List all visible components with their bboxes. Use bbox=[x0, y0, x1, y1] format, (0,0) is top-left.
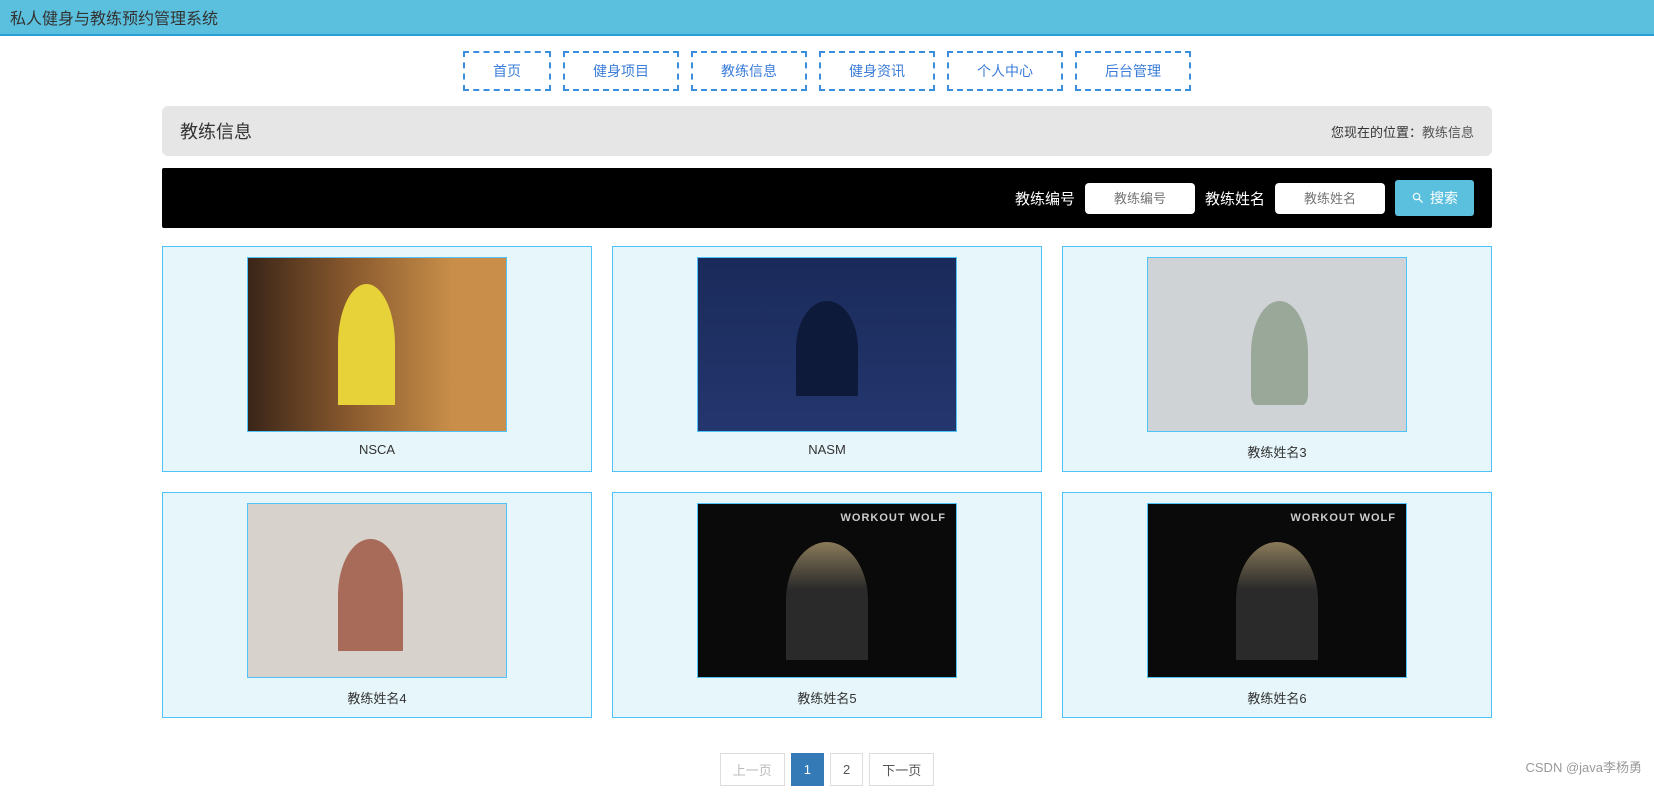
main-nav: 首页 健身项目 教练信息 健身资讯 个人中心 后台管理 bbox=[0, 36, 1654, 106]
page-1-button[interactable]: 1 bbox=[791, 753, 824, 786]
breadcrumb-current: 教练信息 bbox=[1422, 125, 1474, 140]
coach-name: 教练姓名3 bbox=[1073, 442, 1481, 461]
watermark: CSDN @java李杨勇 bbox=[1526, 757, 1643, 776]
pagination: 上一页 1 2 下一页 bbox=[162, 738, 1492, 811]
coach-card[interactable]: STRONG 教练姓名6 bbox=[1062, 492, 1492, 718]
coach-card[interactable]: 教练姓名3 bbox=[1062, 246, 1492, 472]
nav-admin[interactable]: 后台管理 bbox=[1075, 51, 1191, 91]
breadcrumb-prefix: 您现在的位置： bbox=[1331, 125, 1422, 140]
coach-name: NASM bbox=[623, 442, 1031, 457]
coach-name: 教练姓名4 bbox=[173, 688, 581, 707]
coach-name-label: 教练姓名 bbox=[1205, 188, 1265, 209]
search-button-label: 搜索 bbox=[1430, 188, 1458, 208]
coach-image: STRONG bbox=[1147, 503, 1407, 678]
coach-image: STRONG bbox=[697, 503, 957, 678]
nav-personal-center[interactable]: 个人中心 bbox=[947, 51, 1063, 91]
nav-fitness-news[interactable]: 健身资讯 bbox=[819, 51, 935, 91]
prev-page-button[interactable]: 上一页 bbox=[720, 753, 785, 786]
coach-name: 教练姓名5 bbox=[623, 688, 1031, 707]
search-button[interactable]: 搜索 bbox=[1395, 180, 1474, 216]
app-header: 私人健身与教练预约管理系统 bbox=[0, 0, 1654, 36]
page-2-button[interactable]: 2 bbox=[830, 753, 863, 786]
coach-id-input[interactable] bbox=[1085, 183, 1195, 214]
title-bar: 教练信息 您现在的位置：教练信息 bbox=[162, 106, 1492, 156]
coach-image bbox=[247, 503, 507, 678]
nav-home[interactable]: 首页 bbox=[463, 51, 551, 91]
next-page-button[interactable]: 下一页 bbox=[869, 753, 934, 786]
coach-card[interactable]: STRONG 教练姓名5 bbox=[612, 492, 1042, 718]
search-icon bbox=[1411, 191, 1425, 205]
coach-name: NSCA bbox=[173, 442, 581, 457]
coach-name: 教练姓名6 bbox=[1073, 688, 1481, 707]
coach-image bbox=[1147, 257, 1407, 432]
nav-fitness-projects[interactable]: 健身项目 bbox=[563, 51, 679, 91]
coach-name-input[interactable] bbox=[1275, 183, 1385, 214]
coach-id-label: 教练编号 bbox=[1015, 188, 1075, 209]
coach-image bbox=[697, 257, 957, 432]
coach-card[interactable]: NSCA bbox=[162, 246, 592, 472]
app-title: 私人健身与教练预约管理系统 bbox=[10, 11, 218, 28]
search-bar: 教练编号 教练姓名 搜索 bbox=[162, 168, 1492, 228]
coach-card[interactable]: NASM bbox=[612, 246, 1042, 472]
coach-card[interactable]: 教练姓名4 bbox=[162, 492, 592, 718]
coach-image bbox=[247, 257, 507, 432]
breadcrumb: 您现在的位置：教练信息 bbox=[1331, 122, 1474, 141]
coach-grid: NSCA NASM 教练姓名3 教练姓名4 STRONG 教练姓名5 STRON… bbox=[162, 246, 1492, 718]
nav-coach-info[interactable]: 教练信息 bbox=[691, 51, 807, 91]
page-title: 教练信息 bbox=[180, 118, 252, 144]
